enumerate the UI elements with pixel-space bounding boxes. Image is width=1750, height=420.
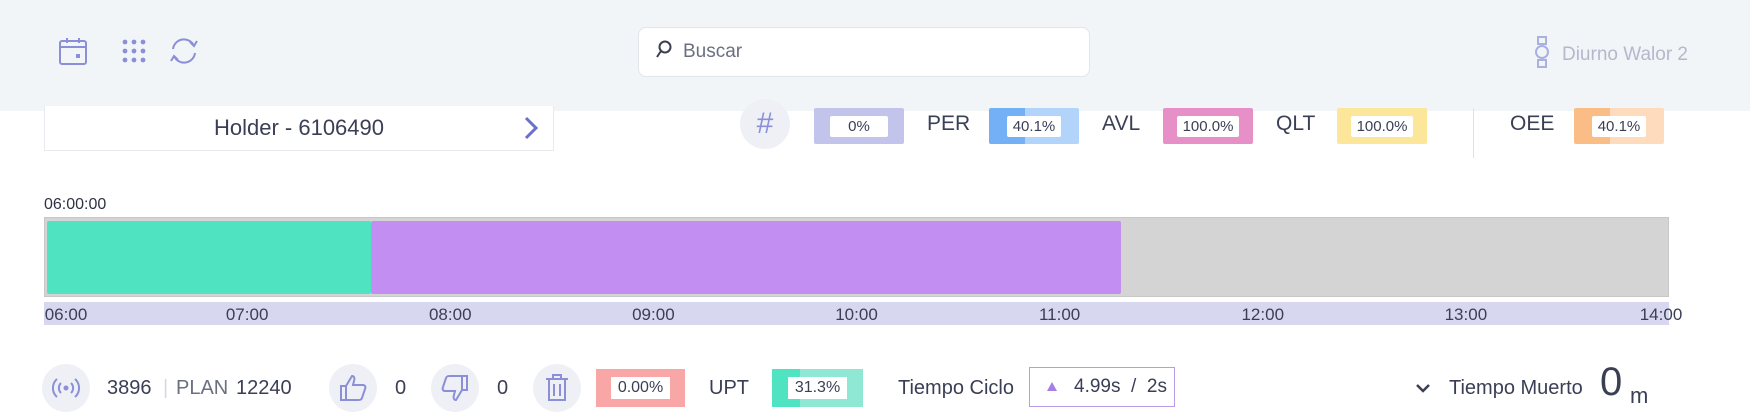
- search-input[interactable]: [683, 41, 1063, 63]
- shift-label: Diurno Walor 2: [1561, 44, 1688, 65]
- upt-value: 31.3%: [787, 377, 848, 399]
- plan-value: 12240: [236, 377, 292, 399]
- timeline-tick-label: 06:00: [44, 305, 88, 324]
- timeline-tick-label: 07:00: [225, 305, 269, 324]
- hash-metric-value: 0%: [830, 115, 888, 137]
- cycle-label: Tiempo Ciclo: [898, 377, 1014, 399]
- scrap-metric: 0.00%: [596, 369, 685, 407]
- holder-label: Holder - 6106490: [213, 115, 384, 140]
- metrics-divider: [1473, 108, 1474, 158]
- top-bar: Diurno Walor 2: [0, 0, 1750, 111]
- qlt-label: QLT: [1276, 112, 1316, 135]
- timeline-tick-label: 12:00: [1241, 305, 1285, 324]
- refresh-icon[interactable]: [167, 34, 201, 68]
- per-value: 40.1%: [1006, 115, 1062, 137]
- holder-selector[interactable]: Holder - 6106490: [44, 106, 554, 151]
- apps-grid-icon[interactable]: [117, 34, 151, 68]
- timeline-segment[interactable]: [47, 221, 372, 294]
- trash-icon[interactable]: [533, 364, 581, 412]
- timeline-start-label: 06:00:00: [44, 196, 107, 213]
- count-value: 3896: [107, 377, 152, 399]
- calendar-icon[interactable]: [56, 34, 90, 68]
- cycle-time-box[interactable]: 4.99s / 2s: [1029, 367, 1175, 407]
- production-timeline[interactable]: [44, 217, 1669, 297]
- per-label: PER: [927, 112, 971, 135]
- dead-time-label: Tiempo Muerto: [1449, 377, 1583, 399]
- qlt-value: 100.0%: [1350, 115, 1414, 137]
- likes-value: 0: [395, 377, 407, 399]
- timeline-tick-label: 10:00: [835, 305, 878, 324]
- dead-time-value: 0: [1600, 360, 1623, 404]
- qlt-metric: 100.0%: [1337, 108, 1427, 144]
- chevron-right-icon[interactable]: [521, 114, 541, 148]
- signal-icon[interactable]: [42, 364, 90, 412]
- per-metric: 40.1%: [989, 108, 1079, 144]
- watch-icon: [1534, 36, 1550, 74]
- plan-separator: |: [163, 377, 169, 399]
- upt-label: UPT: [709, 377, 749, 399]
- plan-label: PLAN: [176, 377, 229, 399]
- cycle-value: 4.99s / 2s: [1074, 376, 1167, 397]
- timeline-tick-label: 14:00: [1639, 305, 1683, 324]
- avl-metric: 100.0%: [1163, 108, 1253, 144]
- timeline-tick-label: 11:00: [1038, 305, 1081, 324]
- oee-metric: 40.1%: [1574, 108, 1664, 144]
- timeline-tick-label: 09:00: [632, 305, 675, 324]
- search-box[interactable]: [638, 27, 1090, 77]
- dislikes-value: 0: [497, 377, 509, 399]
- search-icon: [655, 40, 673, 65]
- shift-selector[interactable]: Diurno Walor 2: [1534, 36, 1688, 74]
- avl-value: 100.0%: [1176, 115, 1240, 137]
- timeline-tick-label: 13:00: [1444, 305, 1488, 324]
- thumbs-down-icon[interactable]: [431, 364, 479, 412]
- oee-value: 40.1%: [1591, 115, 1647, 137]
- avl-label: AVL: [1102, 112, 1141, 135]
- hash-metric: 0%: [814, 108, 904, 144]
- timeline-segment[interactable]: [371, 221, 1121, 294]
- hash-icon[interactable]: #: [740, 99, 790, 149]
- timeline-tick-label: 08:00: [428, 305, 472, 324]
- triangle-up-icon: [1046, 376, 1058, 398]
- scrap-value: 0.00%: [610, 377, 671, 399]
- dead-time-unit: m: [1630, 383, 1649, 408]
- chevron-down-icon[interactable]: [1413, 378, 1433, 403]
- thumbs-up-icon[interactable]: [329, 364, 377, 412]
- upt-metric: 31.3%: [772, 369, 863, 407]
- oee-label: OEE: [1510, 112, 1555, 135]
